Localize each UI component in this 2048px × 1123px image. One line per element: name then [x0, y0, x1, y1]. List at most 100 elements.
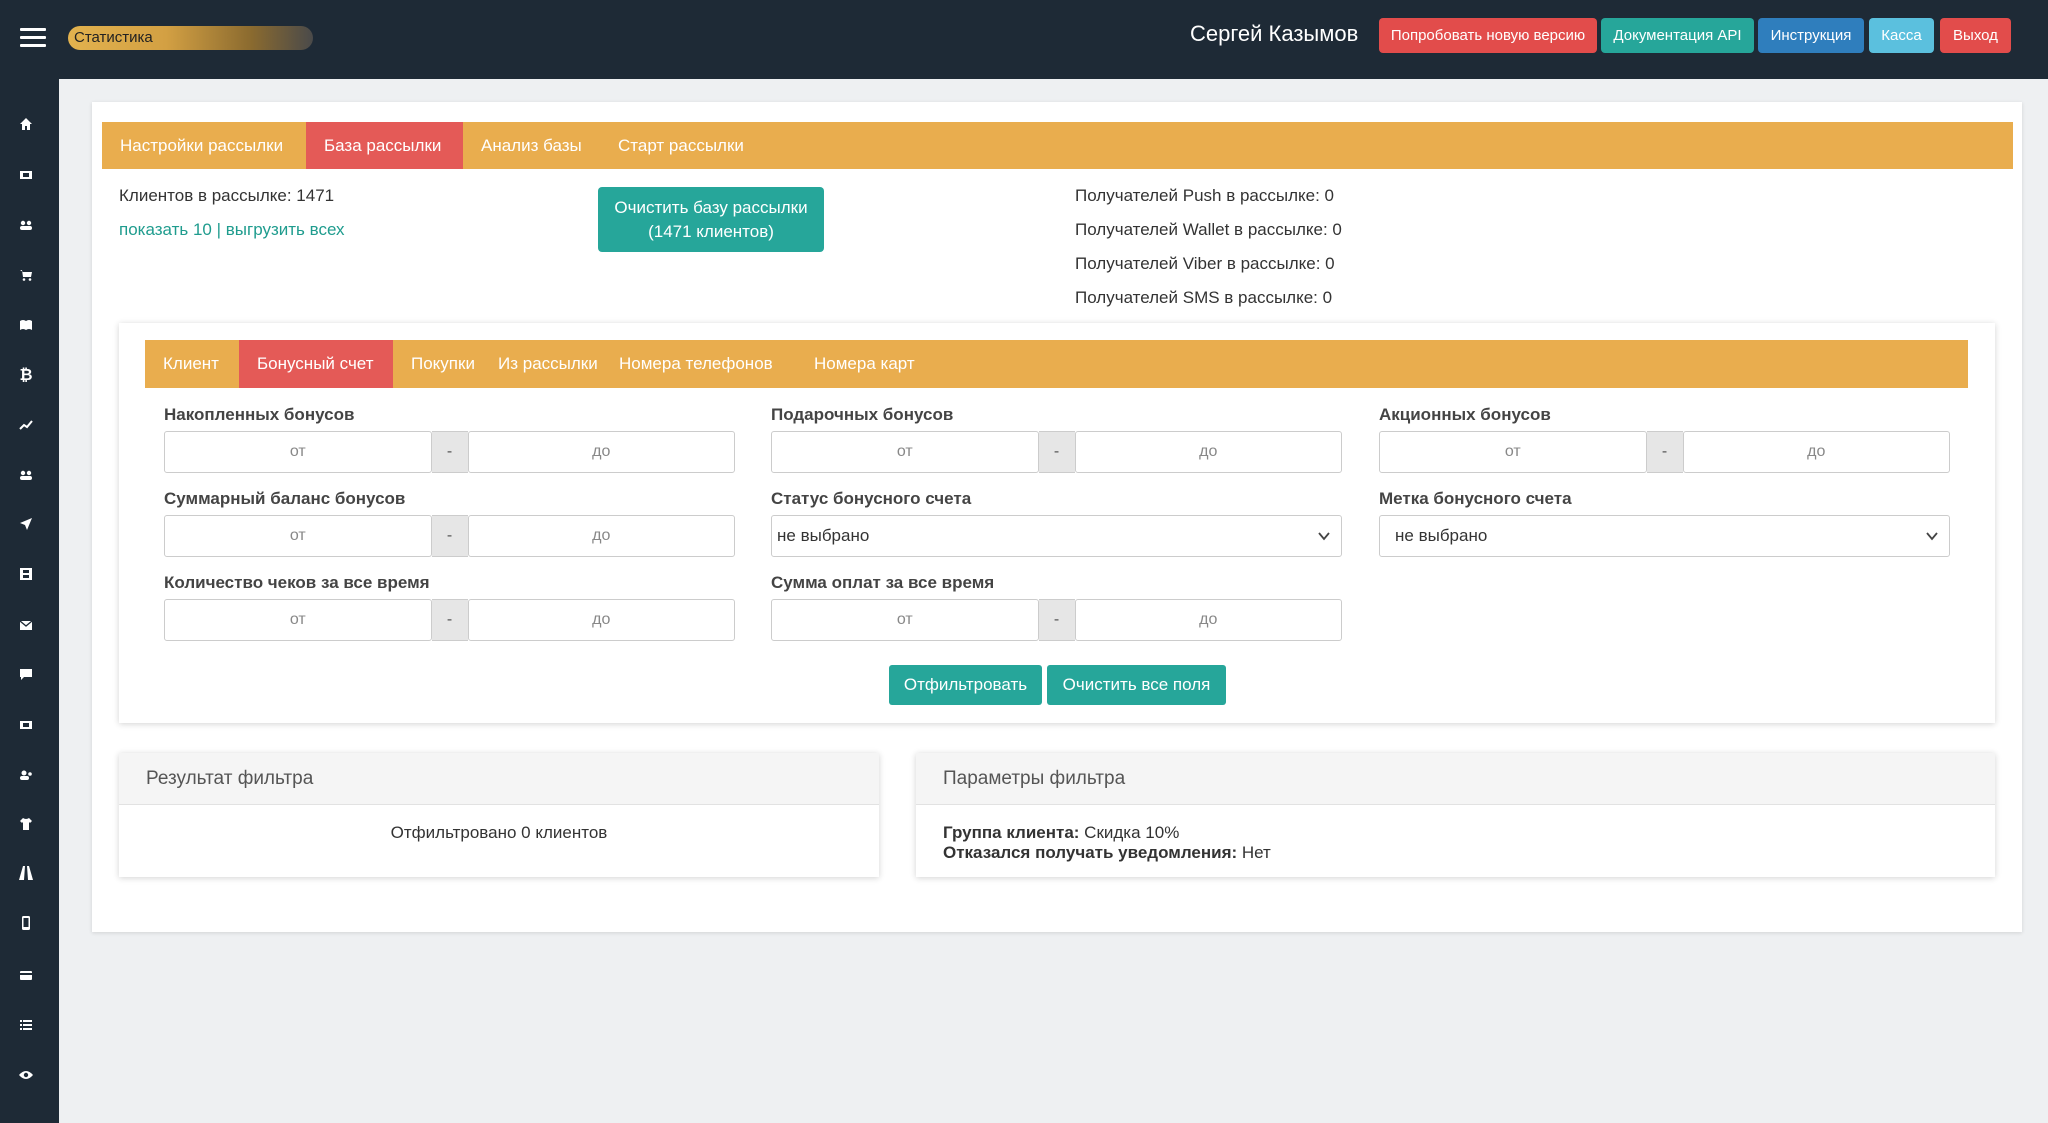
mobile-icon[interactable] [15, 915, 37, 937]
total-balance-to-input[interactable]: до [467, 515, 735, 557]
total-balance-label: Суммарный баланс бонусов [164, 489, 406, 508]
list-icon[interactable] [15, 1015, 37, 1037]
account-status-select[interactable]: не выбрано [771, 515, 1342, 557]
sms-recipients: Получателей SMS в рассылке: 0 [1075, 288, 1333, 307]
eye-icon[interactable] [15, 1065, 37, 1087]
range-separator: - [1038, 431, 1075, 473]
chart-line-icon[interactable] [15, 415, 37, 437]
instruction-button[interactable]: Инструкция [1758, 18, 1864, 53]
payments-sum-range: от - до [771, 599, 1342, 641]
main-tabs: Настройки рассылки База рассылки Анализ … [102, 122, 2013, 169]
refused-notifications-value: Нет [1237, 843, 1271, 862]
filter-params-body: Группа клиента: Скидка 10% Отказался пол… [916, 805, 1995, 863]
film-icon[interactable] [15, 565, 37, 587]
accumulated-to-input[interactable]: до [467, 431, 735, 473]
hamburger-menu-icon[interactable] [20, 28, 46, 48]
users-icon[interactable] [15, 215, 37, 237]
filter-params-title: Параметры фильтра [916, 753, 1995, 805]
clients-count: Клиентов в рассылке: 1471 [119, 186, 335, 205]
clear-base-button-line1: Очистить базу рассылки [614, 198, 808, 217]
shirt-icon[interactable] [15, 815, 37, 837]
receipts-count-range: от - до [164, 599, 735, 641]
try-new-version-button[interactable]: Попробовать новую версию [1379, 18, 1597, 53]
kassa-button[interactable]: Касса [1869, 18, 1934, 53]
export-all-link[interactable]: выгрузить всех [226, 220, 345, 239]
tab-start-mailing[interactable]: Старт рассылки [600, 122, 760, 169]
gift-bonuses-range: от - до [771, 431, 1342, 473]
wallet-recipients: Получателей Wallet в рассылке: 0 [1075, 220, 1342, 239]
range-separator: - [431, 599, 468, 641]
promo-to-input[interactable]: до [1682, 431, 1950, 473]
accumulated-bonuses-label: Накопленных бонусов [164, 405, 355, 424]
filter-tabs: Клиент Бонусный счет Покупки Из рассылки… [145, 340, 1968, 388]
gift-bonuses-label: Подарочных бонусов [771, 405, 954, 424]
envelope-icon[interactable] [15, 615, 37, 637]
api-docs-button[interactable]: Документация API [1601, 18, 1754, 53]
road-icon[interactable] [15, 865, 37, 887]
sidebar: ₿ [0, 79, 59, 1123]
viber-recipients: Получателей Viber в рассылке: 0 [1075, 254, 1335, 273]
tab-card-numbers[interactable]: Номера карт [796, 340, 943, 388]
filter-result-box: Результат фильтра Отфильтровано 0 клиент… [119, 753, 879, 877]
range-separator: - [431, 431, 468, 473]
send-icon[interactable] [15, 515, 37, 537]
promo-from-input[interactable]: от [1379, 431, 1647, 473]
link-separator: | [211, 220, 226, 239]
clear-fields-button[interactable]: Очистить все поля [1047, 665, 1226, 705]
receipts-count-label: Количество чеков за все время [164, 573, 430, 592]
client-group-value: Скидка 10% [1079, 823, 1180, 842]
accumulated-from-input[interactable]: от [164, 431, 432, 473]
total-balance-from-input[interactable]: от [164, 515, 432, 557]
filter-params-box: Параметры фильтра Группа клиента: Скидка… [916, 753, 1995, 877]
receipts-from-input[interactable]: от [164, 599, 432, 641]
tab-phone-numbers[interactable]: Номера телефонов [601, 340, 796, 388]
book-icon[interactable] [15, 315, 37, 337]
tab-purchases[interactable]: Покупки [393, 340, 480, 388]
user-name: Сергей Казымов [1190, 21, 1359, 46]
account-status-label: Статус бонусного счета [771, 489, 972, 508]
client-group-line: Группа клиента: Скидка 10% [943, 823, 1968, 843]
tab-bonus-account[interactable]: Бонусный счет [239, 340, 393, 388]
tab-client[interactable]: Клиент [145, 340, 239, 388]
chevron-down-icon [1318, 532, 1330, 541]
filter-result-title: Результат фильтра [119, 753, 879, 805]
gift-to-input[interactable]: до [1074, 431, 1342, 473]
comment-icon[interactable] [15, 665, 37, 687]
logout-button[interactable]: Выход [1940, 18, 2011, 53]
user-group-icon[interactable] [15, 765, 37, 787]
clear-base-button[interactable]: Очистить базу рассылки (1471 клиентов) [598, 187, 824, 252]
push-recipients: Получателей Push в рассылке: 0 [1075, 186, 1334, 205]
range-separator: - [1038, 599, 1075, 641]
group-icon[interactable] [15, 465, 37, 487]
tab-from-mailing[interactable]: Из рассылки [480, 340, 601, 388]
payments-to-input[interactable]: до [1074, 599, 1342, 641]
gift-from-input[interactable]: от [771, 431, 1039, 473]
account-tag-value: не выбрано [1395, 526, 1488, 545]
cart-icon[interactable] [15, 265, 37, 287]
home-icon[interactable] [15, 115, 37, 137]
receipts-to-input[interactable]: до [467, 599, 735, 641]
tab-base-analysis[interactable]: Анализ базы [463, 122, 600, 169]
filter-button[interactable]: Отфильтровать [889, 665, 1042, 705]
client-group-label: Группа клиента: [943, 823, 1080, 842]
credit-card-icon[interactable] [15, 965, 37, 987]
clear-base-button-line2: (1471 клиентов) [648, 222, 774, 241]
filter-result-text: Отфильтровано 0 клиентов [390, 823, 608, 842]
account-tag-select[interactable]: не выбрано [1379, 515, 1950, 557]
promo-bonuses-label: Акционных бонусов [1379, 405, 1551, 424]
show-10-link[interactable]: показать 10 [119, 220, 212, 239]
total-balance-range: от - до [164, 515, 735, 557]
payments-from-input[interactable]: от [771, 599, 1039, 641]
account-status-value: не выбрано [777, 526, 870, 545]
refused-notifications-label: Отказался получать уведомления: [943, 843, 1238, 862]
range-separator: - [1646, 431, 1683, 473]
account-tag-label: Метка бонусного счета [1379, 489, 1572, 508]
tab-mailing-base[interactable]: База рассылки [306, 122, 463, 169]
accumulated-bonuses-range: от - до [164, 431, 735, 473]
bitcoin-icon[interactable]: ₿ [15, 365, 37, 387]
statistics-badge[interactable]: Статистика [68, 26, 313, 50]
ticket2-icon[interactable] [15, 715, 37, 737]
payments-sum-label: Сумма оплат за все время [771, 573, 995, 592]
ticket-icon[interactable] [15, 165, 37, 187]
tab-mailing-settings[interactable]: Настройки рассылки [102, 122, 306, 169]
